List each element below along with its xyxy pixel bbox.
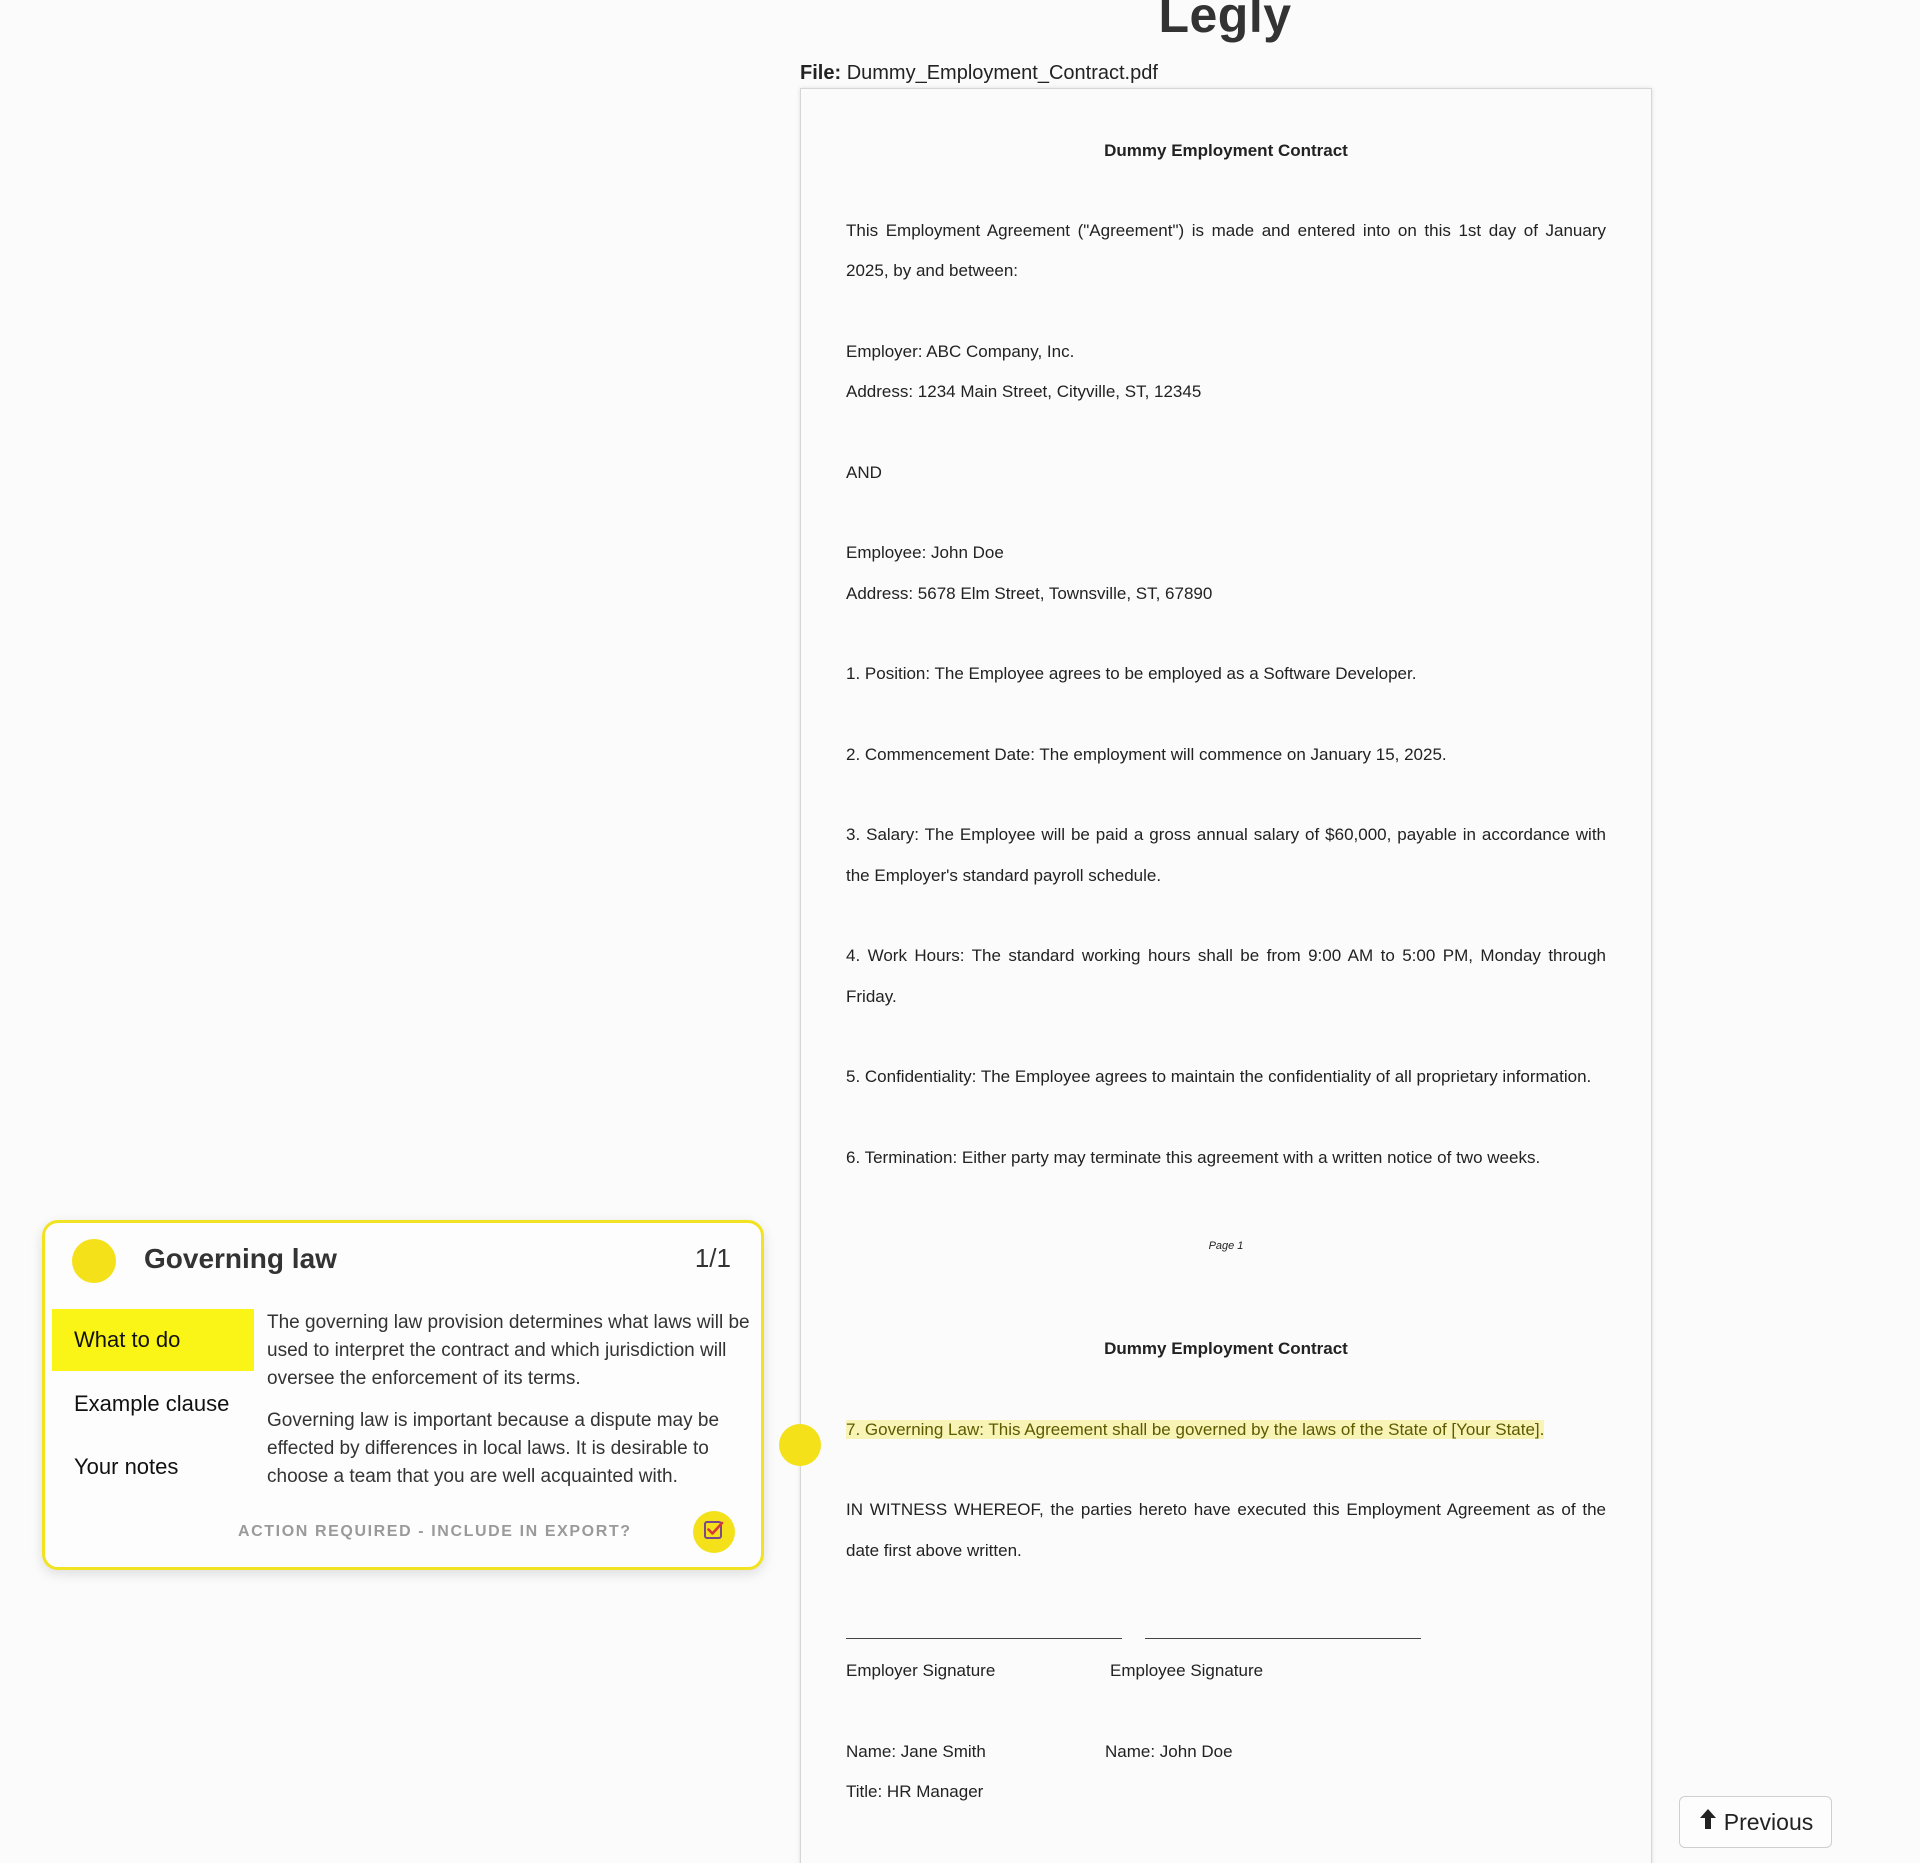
doc-employee-name: Name: John Doe — [1105, 1742, 1233, 1761]
file-label: File: — [800, 62, 842, 84]
doc-clause-3-line-1: 3. Salary: The Employee will be paid a g… — [846, 825, 1606, 844]
file-name-line: File: Dummy_Employment_Contract.pdf — [800, 62, 1158, 85]
tab-your-notes[interactable]: Your notes — [52, 1436, 254, 1498]
doc-intro-line-1: This Employment Agreement ("Agreement") … — [846, 221, 1606, 240]
page-number: Page 1 — [1208, 1240, 1244, 1252]
doc-employer-title: Title: HR Manager — [846, 1782, 984, 1801]
tab-example-clause[interactable]: Example clause — [52, 1373, 254, 1435]
include-in-export-checkbox[interactable] — [693, 1511, 735, 1553]
annotation-marker[interactable] — [779, 1424, 821, 1466]
doc-employer-address: Address: 1234 Main Street, Cityville, ST… — [846, 382, 1202, 401]
governing-law-card: Governing law 1/1 What to do Example cla… — [42, 1220, 764, 1570]
employer-signature-line — [846, 1638, 1122, 1639]
doc-clause-3-line-2: the Employer's standard payroll schedule… — [846, 866, 1162, 885]
previous-button-label: Previous — [1723, 1808, 1814, 1835]
doc-employee-address: Address: 5678 Elm Street, Townsville, ST… — [846, 584, 1213, 603]
doc-clause-7[interactable]: 7. Governing Law: This Agreement shall b… — [846, 1420, 1606, 1440]
doc-and: AND — [846, 463, 882, 482]
status-dot — [72, 1239, 116, 1283]
card-body-paragraph-2: Governing law is important because a dis… — [267, 1410, 720, 1487]
doc-clause-1: 1. Position: The Employee agrees to be e… — [846, 664, 1417, 683]
doc-employee: Employee: John Doe — [846, 543, 1004, 562]
doc-title: Dummy Employment Contract — [1104, 141, 1348, 160]
file-name: Dummy_Employment_Contract.pdf — [846, 62, 1158, 84]
doc-intro-line-2: 2025, by and between: — [846, 261, 1019, 280]
card-body-paragraph-1: The governing law provision determines w… — [267, 1312, 750, 1389]
document-viewer[interactable]: Dummy Employment Contract This Employmen… — [800, 88, 1652, 1863]
doc-employee-signature: Employee Signature — [1110, 1661, 1264, 1680]
governing-law-highlight[interactable]: 7. Governing Law: This Agreement shall b… — [846, 1420, 1545, 1439]
employee-signature-line — [1145, 1638, 1421, 1639]
doc-page2-title: Dummy Employment Contract — [1104, 1339, 1348, 1358]
checkbox-checked-icon — [703, 1519, 725, 1546]
card-title: Governing law — [144, 1243, 337, 1274]
doc-clause-4-line-2: Friday. — [846, 987, 897, 1006]
doc-clause-2: 2. Commencement Date: The employment wil… — [846, 745, 1447, 764]
doc-clause-5: 5. Confidentiality: The Employee agrees … — [846, 1067, 1592, 1086]
export-action-label: ACTION REQUIRED - INCLUDE IN EXPORT? — [238, 1523, 632, 1540]
doc-witness-line-2: date first above written. — [846, 1541, 1022, 1560]
arrow-up-icon — [1698, 1808, 1718, 1836]
tab-what-to-do[interactable]: What to do — [52, 1309, 254, 1371]
card-body: The governing law provision determines w… — [267, 1309, 757, 1505]
doc-witness-line-1: IN WITNESS WHEREOF, the parties hereto h… — [846, 1500, 1606, 1519]
doc-employer: Employer: ABC Company, Inc. — [846, 342, 1075, 361]
doc-clause-6: 6. Termination: Either party may termina… — [846, 1148, 1541, 1167]
doc-clause-4-line-1: 4. Work Hours: The standard working hour… — [846, 946, 1606, 965]
previous-button[interactable]: Previous — [1679, 1796, 1832, 1848]
app-title: Legly — [1158, 0, 1292, 43]
card-counter: 1/1 — [694, 1243, 731, 1273]
